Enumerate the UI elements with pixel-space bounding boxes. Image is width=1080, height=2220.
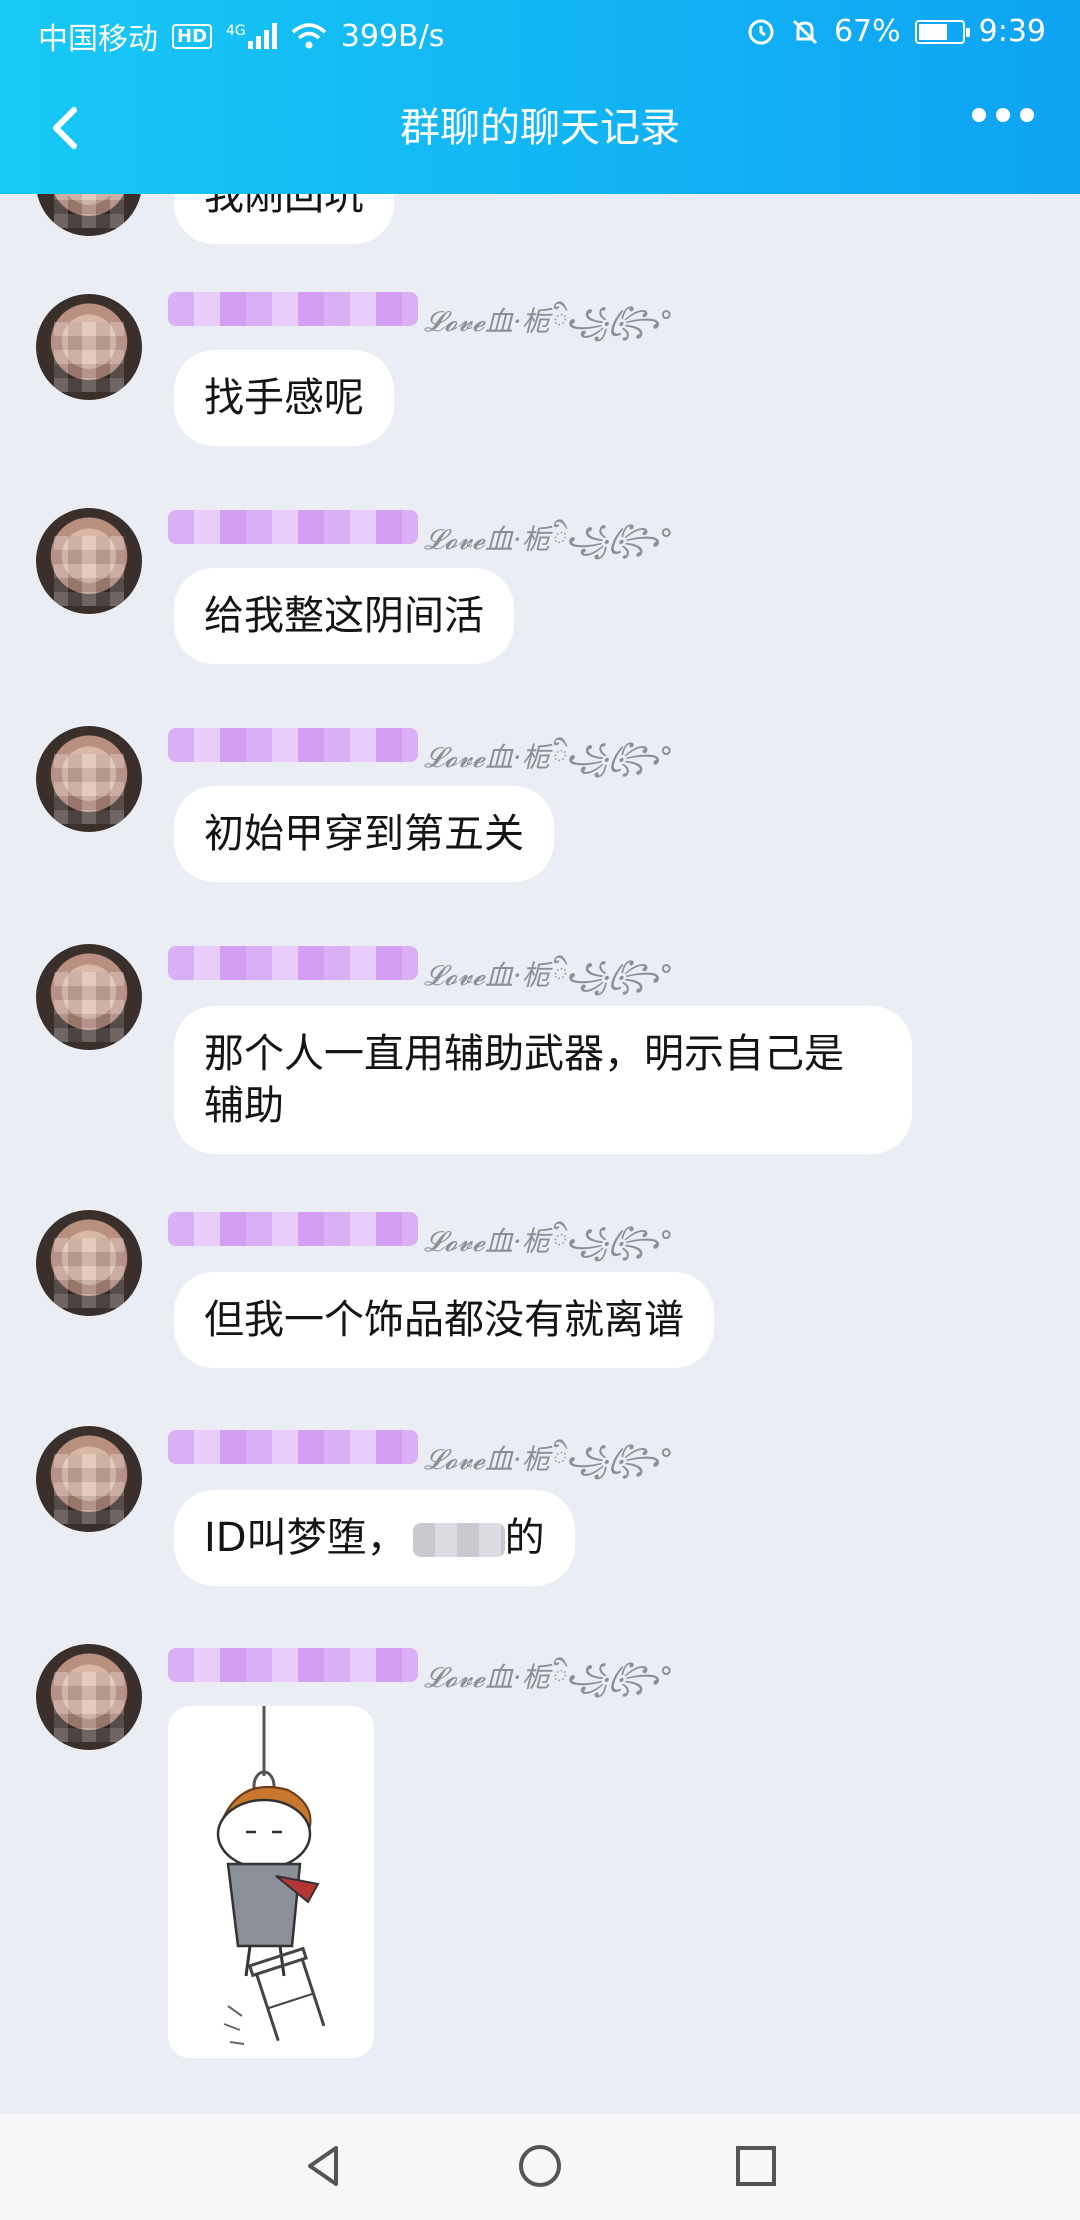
nickname-blurred — [168, 1212, 418, 1246]
triangle-back-icon[interactable] — [296, 2138, 352, 2194]
message-text: 找手感呢 — [204, 375, 364, 421]
avatar[interactable] — [36, 1426, 142, 1532]
battery-icon — [914, 19, 970, 44]
avatar[interactable] — [36, 1210, 142, 1316]
clock: 9:39 — [978, 14, 1046, 49]
message-text: ID叫梦堕， — [204, 1515, 407, 1561]
message-text: 的 — [504, 1515, 545, 1561]
message-bubble[interactable]: ID叫梦堕， 的 — [174, 1490, 575, 1586]
message-bubble[interactable]: 初始甲穿到第五关 — [174, 786, 554, 882]
signal-icon: 4G — [226, 23, 277, 49]
nickname-blurred — [168, 1430, 418, 1464]
redacted-text — [412, 1523, 505, 1557]
message-bubble[interactable]: 找手感呢 — [174, 350, 394, 446]
hanging-sticker-image — [216, 1706, 326, 2045]
avatar[interactable] — [36, 294, 142, 400]
alarm-icon — [748, 19, 774, 44]
chat-history[interactable]: 我刚回坑 𝓛𝓸𝓿𝓮血·栀ི꧁꧂ꦿ° 找手感呢 𝓛𝓸𝓿𝓮血·栀ི꧁꧂ꦿ° 给我整这… — [0, 194, 1080, 2114]
message-text: 初始甲穿到第五关 — [204, 811, 524, 857]
sender-nickname: 𝓛𝓸𝓿𝓮血·栀ི꧁꧂ꦿ° — [424, 305, 674, 338]
more-dots-icon[interactable] — [972, 108, 1034, 122]
title-bar: 中国移动 HD 4G 399B/s 67% 9:39 群聊的聊天记录 — [0, 0, 1080, 194]
avatar[interactable] — [36, 1644, 142, 1750]
message-text: 我刚回坑 — [204, 194, 364, 219]
message-text: 但我一个饰品都没有就离谱 — [204, 1297, 684, 1343]
message-text: 给我整这阴间活 — [204, 593, 484, 639]
system-navigation-bar — [0, 2114, 1080, 2220]
nickname-blurred — [168, 292, 418, 326]
message-bubble[interactable]: 给我整这阴间活 — [174, 568, 514, 664]
message-bubble[interactable]: 但我一个饰品都没有就离谱 — [174, 1272, 714, 1368]
avatar[interactable] — [36, 944, 142, 1050]
sender-nickname: 𝓛𝓸𝓿𝓮血·栀ི꧁꧂ꦿ° — [424, 1661, 674, 1694]
status-bar: 中国移动 HD 4G 399B/s 67% 9:39 — [0, 0, 1080, 66]
network-speed: 399B/s — [340, 18, 445, 54]
navigation-row: 群聊的聊天记录 — [0, 80, 1080, 176]
avatar[interactable] — [36, 194, 142, 236]
hd-badge: HD — [172, 23, 213, 49]
square-recents-icon[interactable] — [728, 2138, 784, 2194]
nickname-blurred — [168, 1648, 418, 1682]
nickname-blurred — [168, 946, 418, 980]
avatar[interactable] — [36, 726, 142, 832]
network-generation: 4G — [226, 23, 246, 39]
nickname-blurred — [168, 728, 418, 762]
battery-percent: 67% — [833, 14, 901, 49]
wifi-icon — [291, 23, 326, 49]
avatar[interactable] — [36, 508, 142, 614]
nickname-blurred — [168, 510, 418, 544]
carrier-label: 中国移动 — [38, 22, 158, 57]
mute-bell-icon — [792, 19, 817, 44]
message-bubble[interactable]: 那个人一直用辅助武器，明示自己是辅助 — [174, 1006, 912, 1154]
message-bubble-partial[interactable]: 我刚回坑 — [174, 194, 394, 244]
circle-home-icon[interactable] — [512, 2138, 568, 2194]
message-text: 那个人一直用辅助武器，明示自己是辅助 — [204, 1031, 844, 1129]
page-title: 群聊的聊天记录 — [400, 105, 680, 151]
sticker-message[interactable] — [168, 1706, 374, 2058]
